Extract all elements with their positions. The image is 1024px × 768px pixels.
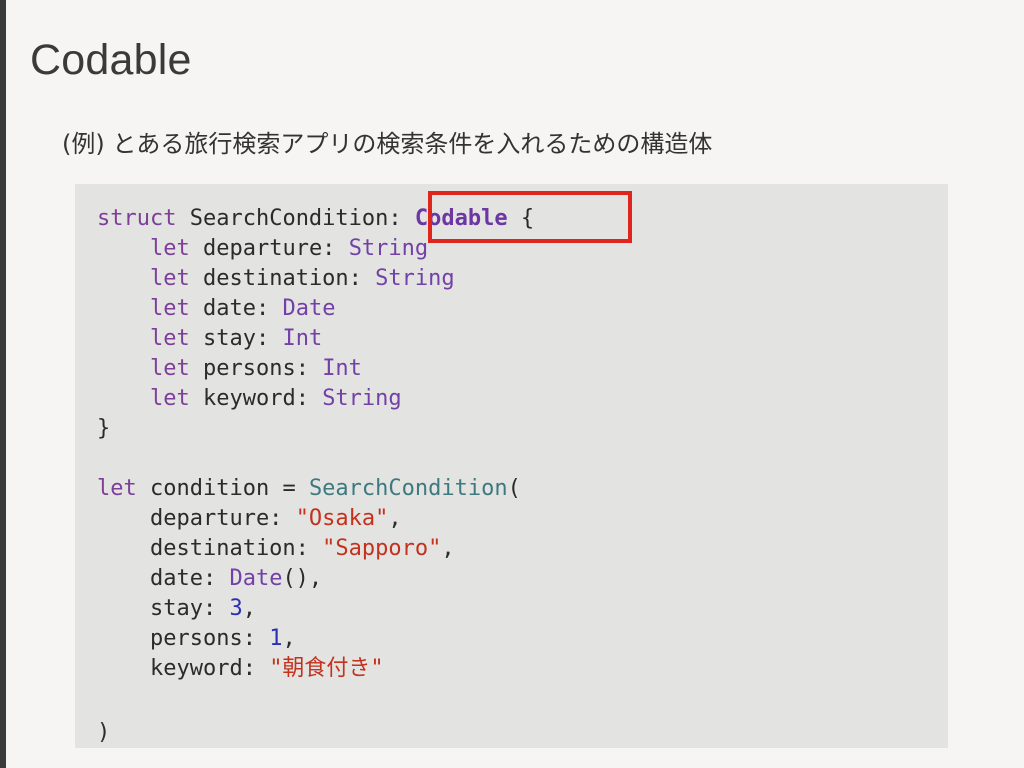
code-type: Int	[322, 356, 362, 381]
code-punct: (),	[282, 566, 323, 591]
code-punct: :	[388, 206, 415, 231]
code-type: Date	[229, 566, 283, 591]
code-number: 1	[269, 626, 283, 651]
code-identifier: condition =	[136, 476, 309, 501]
code-type: String	[348, 236, 429, 261]
left-accent-bar	[0, 0, 6, 768]
code-line-14: stay: 3,	[97, 594, 534, 624]
code-arg-label: departure:	[97, 506, 296, 531]
code-line-4: let date: Date	[97, 294, 534, 324]
code-arg-label: persons:	[97, 626, 270, 651]
code-punct: ,	[242, 596, 256, 621]
code-punct: ,	[388, 506, 402, 531]
code-line-7: let keyword: String	[97, 384, 534, 414]
code-line-16: keyword: "朝食付き"	[97, 654, 534, 684]
code-type: Date	[282, 296, 336, 321]
code-number: 3	[229, 596, 243, 621]
code-string: "Sapporo"	[322, 536, 442, 561]
code-punct: )	[97, 720, 111, 745]
code-line-8: }	[97, 414, 534, 444]
code-type: String	[375, 266, 455, 291]
code-line-5: let stay: Int	[97, 324, 534, 354]
code-line-3: let destination: String	[97, 264, 534, 294]
code-line-18: )	[97, 718, 534, 748]
code-keyword: let	[97, 476, 137, 501]
code-keyword: let	[149, 296, 190, 321]
code-identifier: stay:	[189, 326, 283, 351]
code-keyword: struct	[97, 206, 177, 231]
code-line-10: let condition = SearchCondition(	[97, 474, 534, 504]
code-line-6: let persons: Int	[97, 354, 534, 384]
code-string: "朝食付き"	[269, 656, 384, 681]
code-line-9-blank	[97, 444, 534, 474]
code-arg-label: date:	[97, 566, 230, 591]
code-punct: (	[507, 476, 521, 501]
code-keyword: let	[149, 386, 190, 411]
code-punct: ,	[441, 536, 455, 561]
slide-subtitle: (例) とある旅行検索アプリの検索条件を入れるための構造体	[62, 130, 713, 158]
code-identifier: keyword:	[189, 386, 323, 411]
code-identifier: date:	[189, 296, 283, 321]
codable-highlight-box	[428, 191, 632, 243]
code-identifier: persons:	[189, 356, 323, 381]
code-identifier: SearchConditio	[176, 206, 376, 231]
code-block: struct SearchCondition: Codable { let de…	[75, 184, 948, 748]
code-keyword: let	[149, 356, 190, 381]
code-string: "Osaka"	[295, 506, 389, 531]
code-line-13: date: Date(),	[97, 564, 534, 594]
code-line-17-blank	[97, 684, 534, 714]
code-arg-label: destination:	[97, 536, 323, 561]
code-punct: }	[97, 416, 111, 441]
code-identifier: n	[375, 206, 389, 231]
code-punct: ,	[282, 626, 296, 651]
code-arg-label: stay:	[97, 596, 230, 621]
code-identifier: departure:	[189, 236, 349, 261]
code-type: Int	[282, 326, 323, 351]
slide-title: Codable	[30, 36, 192, 84]
code-line-11: departure: "Osaka",	[97, 504, 534, 534]
code-keyword: let	[149, 236, 190, 261]
code-function: SearchCondition	[308, 476, 508, 501]
code-arg-label: keyword:	[97, 656, 270, 681]
code-type: String	[322, 386, 402, 411]
code-identifier: destination:	[189, 266, 376, 291]
code-keyword: let	[149, 326, 190, 351]
code-line-12: destination: "Sapporo",	[97, 534, 534, 564]
code-keyword: let	[149, 266, 190, 291]
code-line-15: persons: 1,	[97, 624, 534, 654]
code-listing: struct SearchCondition: Codable { let de…	[97, 204, 534, 748]
